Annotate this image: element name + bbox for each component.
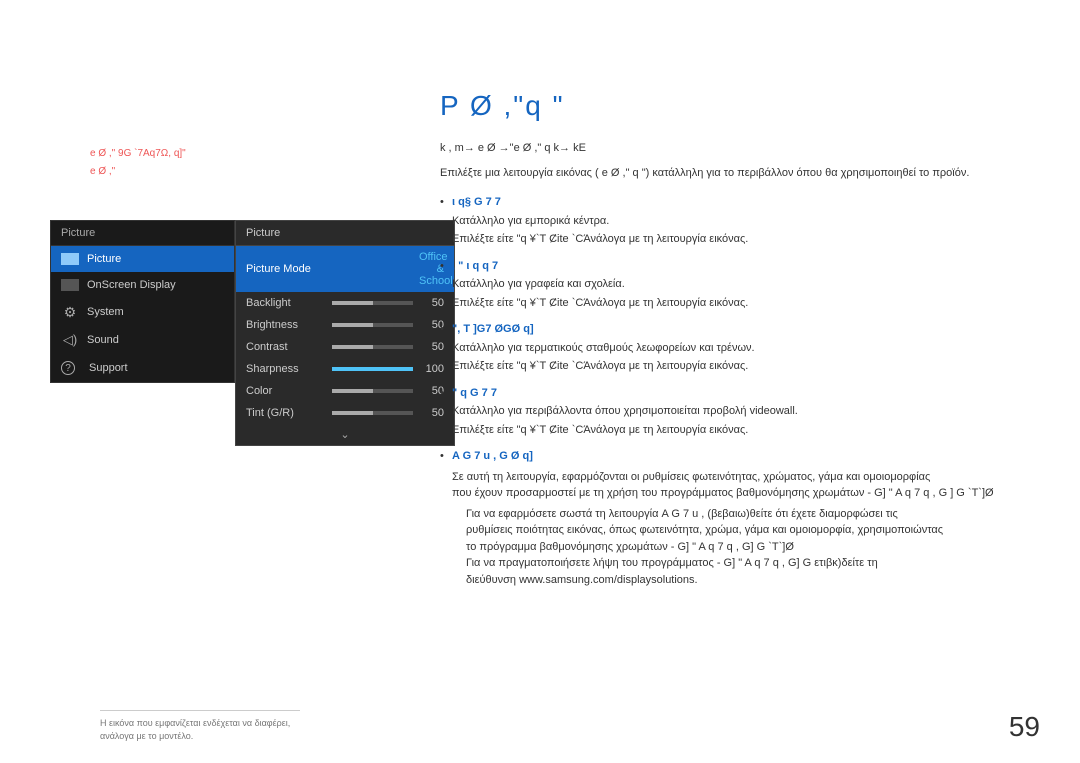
bullet3-title: ", T ]G7 ØGØ q] <box>452 323 534 335</box>
bullet2-desc: Κατάλληλο για γραφεία και σχολεία. <box>452 276 1040 293</box>
submenu-item-brightness[interactable]: Brightness 50 <box>236 314 454 336</box>
list-item-5: A G 7 u , G Ø q] Σε αυτή τη λειτουργία, … <box>440 448 1040 588</box>
list-item-4: " q G 7 7 Κατάλληλο για περιβάλλοντα όπο… <box>440 385 1040 439</box>
submenu-item-tint[interactable]: Tint (G/R) 50 <box>236 402 454 424</box>
main-content: P Ø ,"q " k , m→ e Ø →"e Ø ," q k→ kΕ Επ… <box>440 90 1040 703</box>
bullet-list: ι q§ G 7 7 Κατάλληλο για εμπορικά κέντρα… <box>440 194 1040 588</box>
bullet1-desc: Κατάλληλο για εμπορικά κέντρα. <box>452 213 1040 230</box>
breadcrumb-line1: e Ø ," 9G `7Aq7Ω, q]" <box>90 145 186 163</box>
menu-header: Picture <box>51 221 234 246</box>
menu-container: Picture Picture OnScreen Display ⚙ Syste… <box>50 220 250 383</box>
bullet3-desc: Κατάλληλο για τερματικούς σταθμούς λεωφο… <box>452 340 1040 357</box>
subtitle-text: k , m→ e Ø →"e Ø ," q k→ kΕ <box>440 142 586 154</box>
tint-bar <box>332 411 413 415</box>
menu-box: Picture Picture OnScreen Display ⚙ Syste… <box>50 220 235 383</box>
page-title: P Ø ,"q " <box>440 90 1040 122</box>
bullet4-desc: Κατάλληλο για περιβάλλοντα όπου χρησιμοπ… <box>452 403 1040 420</box>
bullet4-title: " q G 7 7 <box>452 387 497 399</box>
menu-caption: Η εικόνα που εμφανίζεται ενδέχεται να δι… <box>100 710 300 742</box>
body-text: Επιλέξτε μια λειτουργία εικόνας ( e Ø ,"… <box>440 165 1040 183</box>
backlight-bar <box>332 301 413 305</box>
bullet5-indent5: διεύθυνση www.samsung.com/displaysolutio… <box>466 574 698 586</box>
bullet5-title: A G 7 u , G Ø q] <box>452 450 533 462</box>
chevron-down-icon: ⌄ <box>236 424 454 445</box>
gear-icon: ⚙ <box>61 305 79 319</box>
bullet2-sub: Επιλέξτε είτε "q ¥`T Ȼite `CΆνάλογα με τ… <box>452 295 1040 312</box>
page-number: 59 <box>1009 711 1040 743</box>
bullet5-indent2: ρυθμίσεις ποιότητας εικόνας, όπως φωτειν… <box>466 524 943 536</box>
bullet5-indent4: Για να πραγματοποιήσετε λήψη του προγράμ… <box>466 557 878 569</box>
submenu-header: Picture <box>236 221 454 246</box>
brightness-bar <box>332 323 413 327</box>
sound-icon: ◁) <box>61 333 79 347</box>
submenu-item-sharpness[interactable]: Sharpness 100 <box>236 358 454 380</box>
bullet1-sub: Επιλέξτε είτε "q ¥`T Ȼite `CΆνάλογα με τ… <box>452 231 1040 248</box>
submenu-label-picture-mode: Picture Mode <box>246 263 311 275</box>
bullet5-desc1: Σε αυτή τη λειτουργία, εφαρμόζονται οι ρ… <box>452 471 930 483</box>
submenu-label-sharpness: Sharpness <box>246 363 326 375</box>
picture-icon <box>61 253 79 265</box>
bullet5-indent: Για να εφαρμόσετε σωστά τη λειτουργία A … <box>452 506 1040 589</box>
onscreen-icon <box>61 279 79 291</box>
backlight-bar-fill <box>332 301 373 305</box>
bullet2-title: , " ι q q 7 <box>452 260 498 272</box>
bullet5-desc3: G ] G `T`]Ø <box>939 487 994 499</box>
bullet5-indent3: το πρόγραμμα βαθμονόμησης χρωμάτων - G] … <box>466 541 794 553</box>
submenu-label-tint: Tint (G/R) <box>246 407 326 419</box>
list-item-2: , " ι q q 7 Κατάλληλο για γραφεία και σχ… <box>440 258 1040 312</box>
sidebar-item-label-picture: Picture <box>87 253 121 265</box>
sidebar-item-label-sound: Sound <box>87 334 119 346</box>
list-item-3: ", T ]G7 ØGØ q] Κατάλληλο για τερματικού… <box>440 321 1040 375</box>
submenu-label-contrast: Contrast <box>246 341 326 353</box>
submenu-item-color[interactable]: Color 50 <box>236 380 454 402</box>
tint-bar-fill <box>332 411 373 415</box>
submenu-box: Picture Picture Mode Office & School Bac… <box>235 220 455 446</box>
bullet4-sub: Επιλέξτε είτε "q ¥`T Ȼite `CΆνάλογα με τ… <box>452 422 1040 439</box>
sidebar-item-onscreen[interactable]: OnScreen Display <box>51 272 234 298</box>
sharpness-bar-fill <box>332 367 413 371</box>
list-item-1: ι q§ G 7 7 Κατάλληλο για εμπορικά κέντρα… <box>440 194 1040 248</box>
submenu-label-backlight: Backlight <box>246 297 326 309</box>
sidebar-item-label-support: Support <box>89 362 128 374</box>
bullet5-desc2: που έχουν προσαρμοστεί με τη χρήση του π… <box>452 487 936 499</box>
bullet5-indent1: Για να εφαρμόσετε σωστά τη λειτουργία A … <box>466 508 898 520</box>
submenu-label-brightness: Brightness <box>246 319 326 331</box>
sidebar-item-label-onscreen: OnScreen Display <box>87 279 176 291</box>
bullet3-sub: Επιλέξτε είτε "q ¥`T Ȼite `CΆνάλογα με τ… <box>452 358 1040 375</box>
sidebar-item-picture[interactable]: Picture <box>51 246 234 272</box>
help-icon: ? <box>61 361 75 375</box>
bullet5-desc-block: Σε αυτή τη λειτουργία, εφαρμόζονται οι ρ… <box>452 469 1040 502</box>
bullet1-title: ι q§ G 7 7 <box>452 196 501 208</box>
submenu-item-backlight[interactable]: Backlight 50 <box>236 292 454 314</box>
submenu-item-picture-mode[interactable]: Picture Mode Office & School <box>236 246 454 292</box>
submenu-label-color: Color <box>246 385 326 397</box>
breadcrumb-area: e Ø ," 9G `7Aq7Ω, q]" e Ø ," <box>90 145 186 181</box>
breadcrumb-line2: e Ø ," <box>90 163 186 181</box>
color-bar <box>332 389 413 393</box>
contrast-bar-fill <box>332 345 373 349</box>
contrast-bar <box>332 345 413 349</box>
brightness-bar-fill <box>332 323 373 327</box>
sharpness-bar <box>332 367 413 371</box>
sidebar-item-sound[interactable]: ◁) Sound <box>51 326 234 354</box>
sidebar-item-support[interactable]: ? Support <box>51 354 234 382</box>
sidebar-item-label-system: System <box>87 306 124 318</box>
subtitle-line: k , m→ e Ø →"e Ø ," q k→ kΕ <box>440 140 1040 157</box>
color-bar-fill <box>332 389 373 393</box>
sidebar-item-system[interactable]: ⚙ System <box>51 298 234 326</box>
submenu-item-contrast[interactable]: Contrast 50 <box>236 336 454 358</box>
